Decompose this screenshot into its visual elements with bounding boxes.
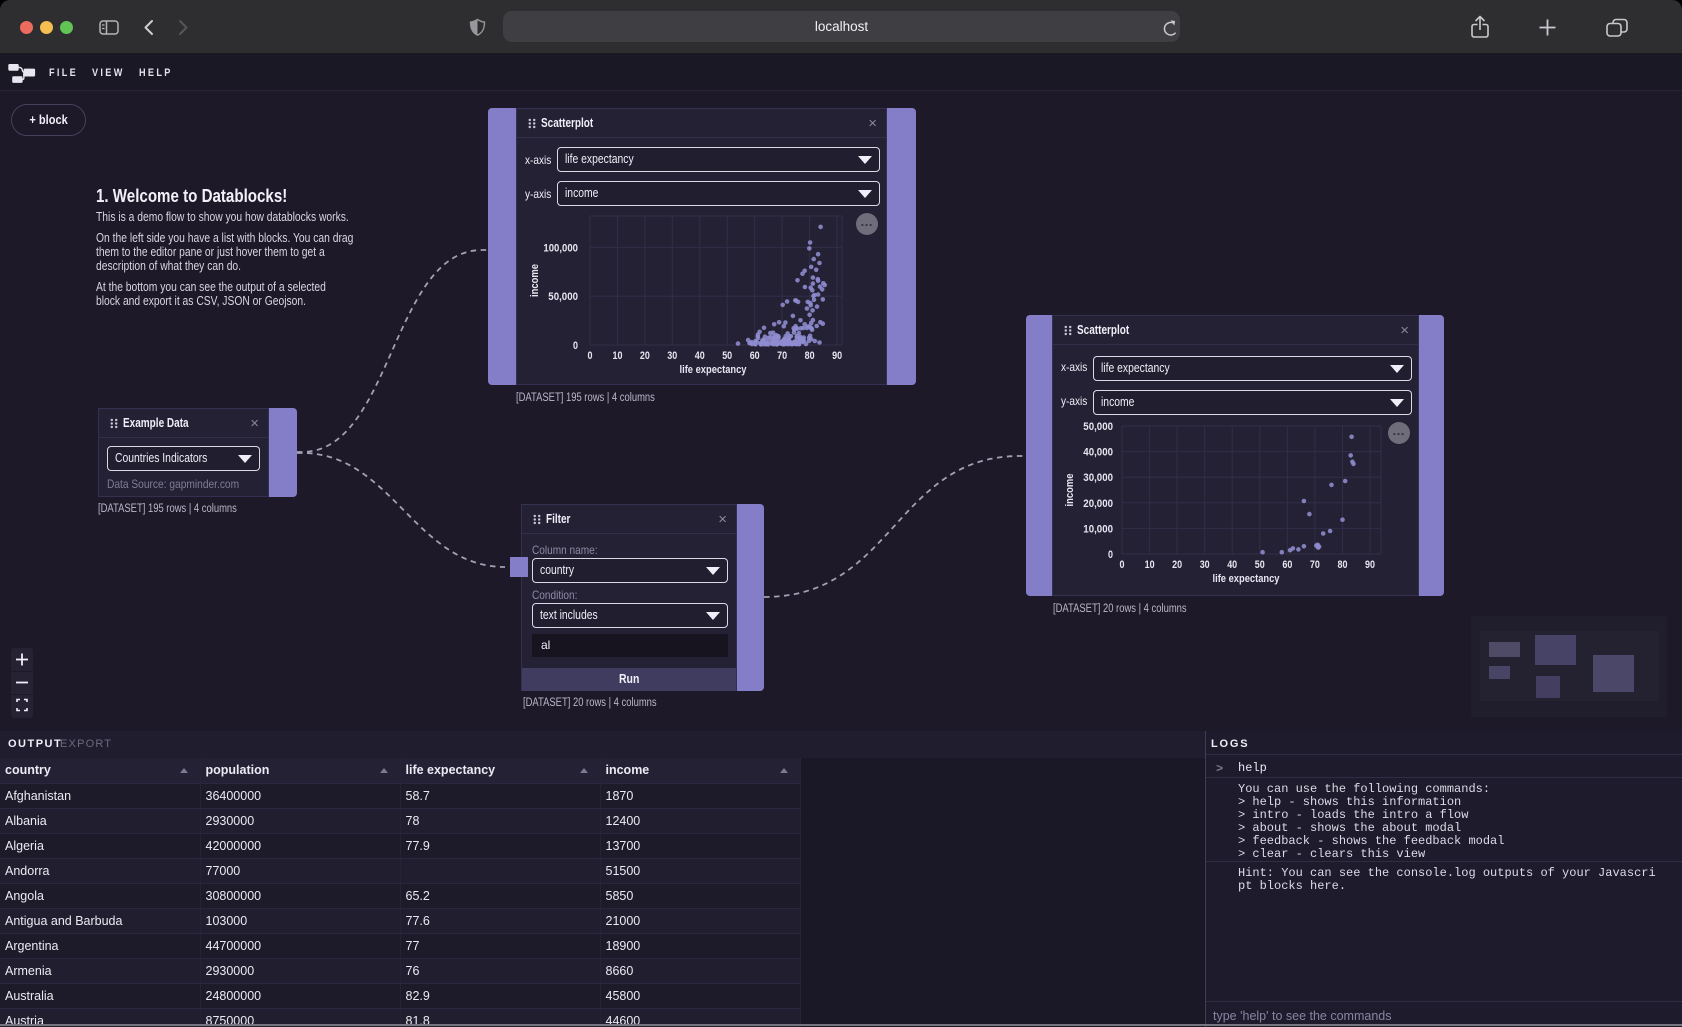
svg-text:20: 20 (1172, 559, 1182, 571)
svg-text:0: 0 (1108, 549, 1113, 561)
svg-text:10,000: 10,000 (1083, 523, 1113, 535)
svg-text:life expectancy: life expectancy (1213, 573, 1281, 585)
svg-text:30: 30 (1200, 559, 1210, 571)
svg-text:0: 0 (588, 350, 593, 362)
svg-text:60: 60 (750, 350, 760, 362)
svg-text:income: income (529, 264, 541, 297)
svg-text:70: 70 (1310, 559, 1320, 571)
svg-text:50,000: 50,000 (1083, 421, 1113, 433)
svg-text:90: 90 (1365, 559, 1375, 571)
svg-text:30,000: 30,000 (1083, 472, 1113, 484)
svg-text:80: 80 (1338, 559, 1348, 571)
svg-text:70: 70 (777, 350, 787, 362)
svg-text:90: 90 (832, 350, 842, 362)
svg-text:100,000: 100,000 (543, 242, 578, 254)
svg-text:50,000: 50,000 (548, 291, 578, 303)
svg-text:0: 0 (573, 340, 578, 352)
svg-text:20,000: 20,000 (1083, 498, 1113, 510)
svg-text:40,000: 40,000 (1083, 447, 1113, 459)
svg-text:10: 10 (1145, 559, 1155, 571)
svg-text:50: 50 (1255, 559, 1265, 571)
svg-text:income: income (1064, 474, 1076, 507)
svg-text:40: 40 (1227, 559, 1237, 571)
svg-text:40: 40 (695, 350, 705, 362)
svg-text:30: 30 (667, 350, 677, 362)
svg-text:50: 50 (722, 350, 732, 362)
svg-text:0: 0 (1120, 559, 1125, 571)
svg-text:life expectancy: life expectancy (680, 364, 748, 376)
svg-text:80: 80 (805, 350, 815, 362)
svg-text:10: 10 (613, 350, 623, 362)
svg-text:60: 60 (1282, 559, 1292, 571)
svg-text:20: 20 (640, 350, 650, 362)
